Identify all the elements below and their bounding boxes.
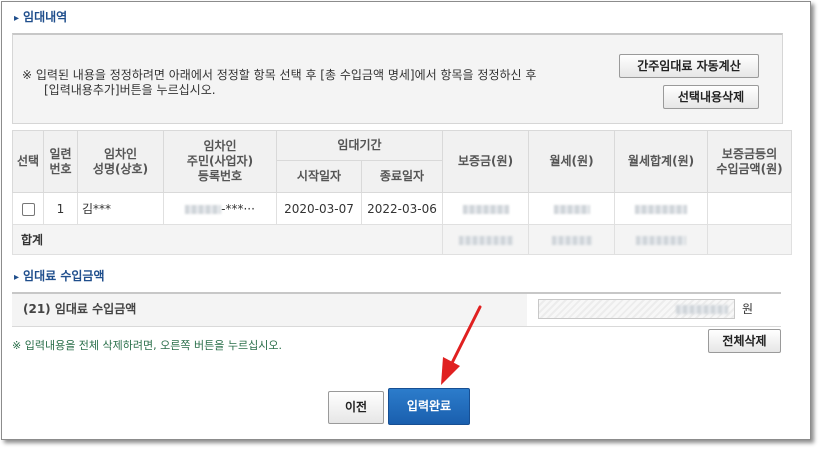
annotation-arrow-icon [441, 305, 482, 385]
